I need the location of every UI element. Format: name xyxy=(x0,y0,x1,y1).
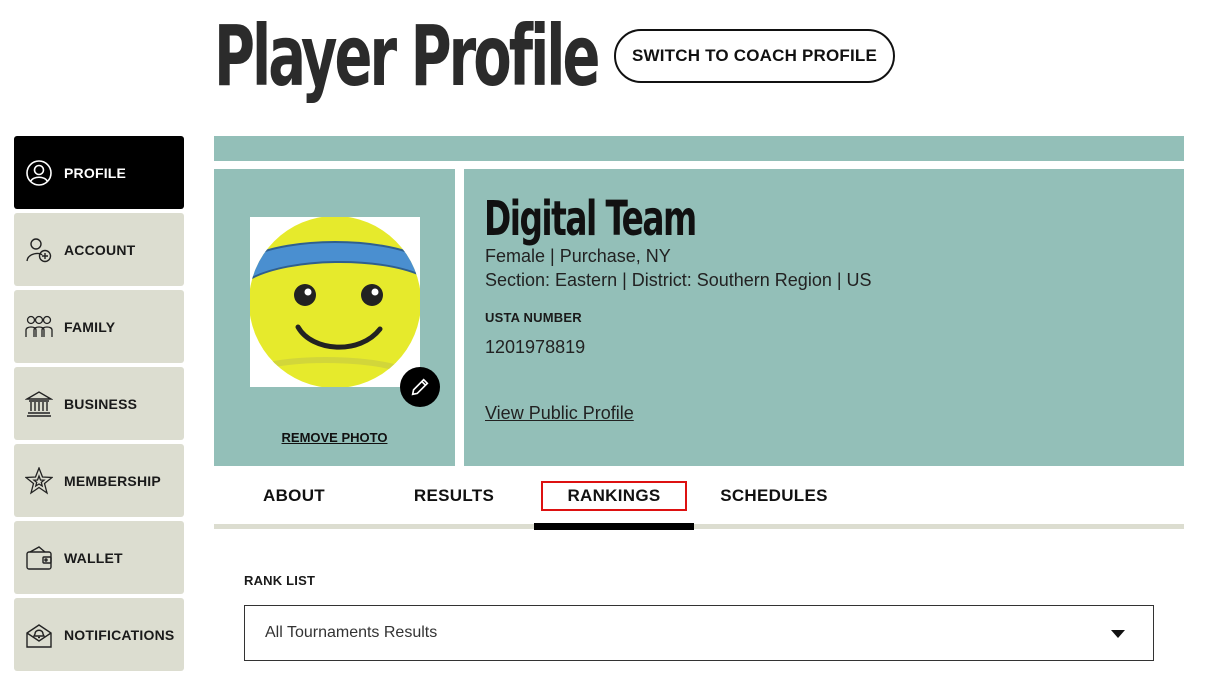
sidebar-item-business[interactable]: BUSINESS xyxy=(14,367,184,440)
rank-list-select[interactable]: All Tournaments Results xyxy=(244,605,1154,661)
tab-about[interactable]: ABOUT xyxy=(214,466,374,526)
profile-banner xyxy=(214,136,1184,161)
sidebar-item-wallet[interactable]: WALLET xyxy=(14,521,184,594)
player-name: Digital Team xyxy=(484,191,697,247)
rank-list-label: RANK LIST xyxy=(244,573,316,588)
tab-schedules[interactable]: SCHEDULES xyxy=(694,466,854,526)
sidebar-item-account[interactable]: ACCOUNT xyxy=(14,213,184,286)
sidebar-item-label: NOTIFICATIONS xyxy=(64,626,175,643)
sidebar-item-label: BUSINESS xyxy=(64,395,138,412)
star-badge-icon xyxy=(24,466,54,496)
tab-label: RESULTS xyxy=(413,486,495,505)
sidebar-item-notifications[interactable]: NOTIFICATIONS xyxy=(14,598,184,671)
section-district: Section: Eastern | District: Southern Re… xyxy=(485,270,872,290)
page-title: Player Profile xyxy=(214,7,600,105)
sidebar-item-family[interactable]: FAMILY xyxy=(14,290,184,363)
remove-photo-link[interactable]: REMOVE PHOTO xyxy=(214,430,455,445)
sidebar-item-label: FAMILY xyxy=(64,318,116,335)
rank-list-selected-value: All Tournaments Results xyxy=(265,624,438,641)
sidebar-item-label: ACCOUNT xyxy=(64,241,136,258)
profile-tabs: ABOUT RESULTS RANKINGS SCHEDULES xyxy=(214,466,1184,530)
envelope-bell-icon xyxy=(24,620,54,650)
usta-number-label: USTA NUMBER xyxy=(485,310,582,325)
user-add-icon xyxy=(24,235,54,265)
tab-label: SCHEDULES xyxy=(720,486,828,505)
edit-photo-button[interactable] xyxy=(400,367,440,407)
photo-panel: REMOVE PHOTO xyxy=(214,169,455,466)
tab-results[interactable]: RESULTS xyxy=(374,466,534,526)
sidebar-item-label: MEMBERSHIP xyxy=(64,472,161,489)
user-circle-icon xyxy=(24,158,54,188)
tab-label: ABOUT xyxy=(263,486,325,505)
tennis-ball-avatar-icon xyxy=(249,216,421,388)
pencil-icon xyxy=(411,378,429,396)
view-public-profile-link[interactable]: View Public Profile xyxy=(485,403,634,424)
sidebar-item-label: WALLET xyxy=(64,549,123,566)
sidebar-item-membership[interactable]: MEMBERSHIP xyxy=(14,444,184,517)
player-info-panel: Digital Team Female | Purchase, NY Secti… xyxy=(464,169,1184,466)
wallet-icon xyxy=(24,543,54,573)
switch-to-coach-button[interactable]: SWITCH TO COACH PROFILE xyxy=(614,29,895,83)
family-icon xyxy=(24,312,54,342)
chevron-down-icon xyxy=(1111,630,1125,638)
active-tab-indicator xyxy=(534,523,694,530)
sidebar-item-profile[interactable]: PROFILE xyxy=(14,136,184,209)
tab-rankings[interactable]: RANKINGS xyxy=(534,466,694,530)
avatar xyxy=(249,216,421,388)
sidebar-item-label: PROFILE xyxy=(64,164,127,181)
usta-number-value: 1201978819 xyxy=(485,337,586,357)
player-profile-page: Player Profile SWITCH TO COACH PROFILE P… xyxy=(0,0,1219,674)
gender-location: Female | Purchase, NY xyxy=(485,246,671,266)
bank-icon xyxy=(24,389,54,419)
tab-label: RANKINGS xyxy=(541,481,687,511)
